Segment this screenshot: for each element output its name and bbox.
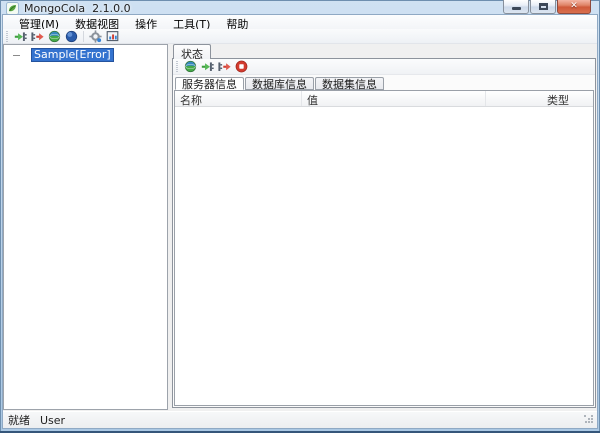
tree-node-sample[interactable]: Sample[Error] xyxy=(4,48,167,62)
caption-buttons: ✕ xyxy=(503,0,591,14)
menubar: 管理(M) 数据视图 操作 工具(T) 帮助 xyxy=(3,15,597,29)
column-header-value[interactable]: 值 xyxy=(302,91,486,106)
tabstrip: 状态 xyxy=(172,44,596,59)
menu-operation[interactable]: 操作 xyxy=(127,15,165,29)
info-tabs: 服务器信息 数据库信息 数据集信息 xyxy=(173,75,595,90)
server-info-listview: 名称 值 类型 xyxy=(174,90,594,406)
maximize-icon xyxy=(539,3,548,10)
menu-tools[interactable]: 工具(T) xyxy=(165,15,218,29)
titlebar[interactable]: MongoCola 2.1.0.0 ✕ xyxy=(0,0,600,15)
status-user-label: User xyxy=(40,414,65,427)
status-panel: 状态 xyxy=(172,44,596,408)
resize-grip-icon[interactable] xyxy=(584,415,594,425)
status-tabpage: 服务器信息 数据库信息 数据集信息 名称 值 类型 xyxy=(172,58,596,408)
statusbar: 就绪 User xyxy=(3,411,597,428)
web-icon[interactable] xyxy=(46,30,63,43)
listview-body xyxy=(175,107,593,405)
toolbar-separator xyxy=(83,31,84,42)
app-logo-icon xyxy=(6,2,19,15)
menu-help[interactable]: 帮助 xyxy=(218,15,256,29)
disconnect-icon[interactable] xyxy=(29,30,46,43)
tree-expander-icon[interactable] xyxy=(13,55,20,56)
stop-icon[interactable] xyxy=(233,60,250,73)
close-button[interactable]: ✕ xyxy=(557,0,591,14)
tab-collection-info[interactable]: 数据集信息 xyxy=(315,77,384,90)
column-header-name[interactable]: 名称 xyxy=(175,91,302,106)
column-header-type[interactable]: 类型 xyxy=(486,91,593,106)
connection-tree-panel: Sample[Error] xyxy=(3,44,168,410)
client-area: 管理(M) 数据视图 操作 工具(T) 帮助 xyxy=(3,15,597,428)
menu-manage[interactable]: 管理(M) xyxy=(11,15,67,29)
server-connect-icon[interactable] xyxy=(199,60,216,73)
toolbar-grip xyxy=(5,31,9,42)
server-disconnect-icon[interactable] xyxy=(216,60,233,73)
connect-icon[interactable] xyxy=(12,30,29,43)
listview-header: 名称 值 类型 xyxy=(175,91,593,107)
monitor-icon[interactable] xyxy=(104,30,121,43)
minimize-button[interactable] xyxy=(503,0,529,14)
close-icon: ✕ xyxy=(558,0,590,13)
status-toolbar-grip xyxy=(175,61,179,72)
window-title: MongoCola 2.1.0.0 xyxy=(24,2,131,15)
menu-data-view[interactable]: 数据视图 xyxy=(67,15,127,29)
main-area: Sample[Error] 状态 xyxy=(3,44,597,410)
main-toolbar xyxy=(3,29,597,44)
status-ready-label: 就绪 xyxy=(8,412,30,428)
tab-status[interactable]: 状态 xyxy=(173,44,211,59)
maximize-button[interactable] xyxy=(530,0,556,14)
tab-server-info[interactable]: 服务器信息 xyxy=(175,77,244,90)
tab-database-info[interactable]: 数据库信息 xyxy=(245,77,314,90)
minimize-icon xyxy=(512,7,521,10)
mongocola-window: { "titlebar": { "title": "MongoCola 2.1.… xyxy=(0,0,600,433)
status-toolbar xyxy=(173,59,595,75)
tree-node-label[interactable]: Sample[Error] xyxy=(31,48,114,62)
database-icon[interactable] xyxy=(63,30,80,43)
tools-icon[interactable] xyxy=(87,30,104,43)
refresh-web-icon[interactable] xyxy=(182,60,199,73)
